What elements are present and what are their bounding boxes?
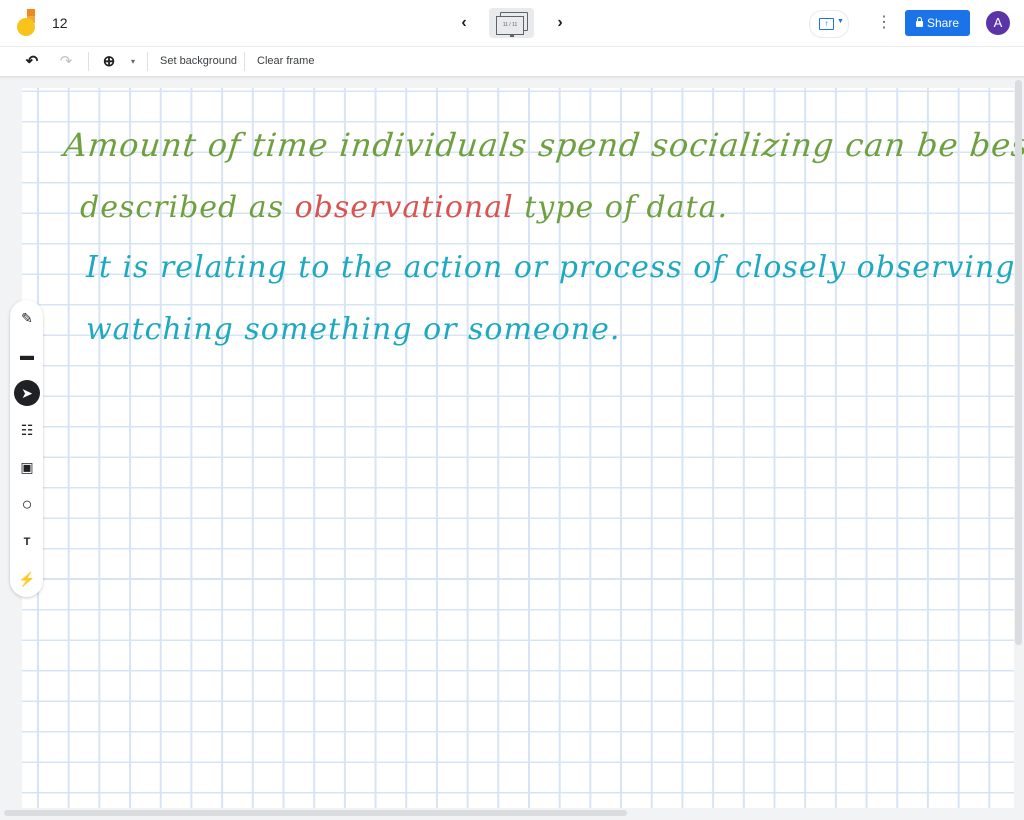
previous-frame-button[interactable]: ‹ bbox=[453, 12, 475, 34]
image-tool-icon[interactable]: ▣ bbox=[14, 454, 40, 480]
clear-frame-button[interactable]: Clear frame bbox=[257, 55, 314, 67]
tool-sidebar: ✎ ▬ ➤ ☷ ▣ ○ T ⚡ bbox=[10, 300, 43, 597]
document-title[interactable]: 12 bbox=[52, 15, 68, 31]
circle-tool-icon[interactable]: ○ bbox=[14, 491, 40, 517]
highlighted-term: observational bbox=[294, 190, 514, 225]
text-box-tool-icon[interactable]: T bbox=[14, 529, 40, 555]
handwritten-text: type of data. bbox=[513, 190, 729, 225]
more-options-icon[interactable]: ⋮ bbox=[876, 11, 892, 35]
account-avatar[interactable]: A bbox=[986, 11, 1010, 35]
set-background-button[interactable]: Set background bbox=[160, 55, 237, 67]
sticky-note-tool-icon[interactable]: ☷ bbox=[14, 417, 40, 443]
share-label: Share bbox=[926, 16, 960, 30]
pen-tool-icon[interactable]: ✎ bbox=[14, 305, 40, 331]
handwritten-text: described as bbox=[80, 190, 295, 225]
handwritten-line-4: watching something or someone. bbox=[86, 312, 621, 347]
select-tool-icon[interactable]: ➤ bbox=[14, 380, 40, 406]
frame-bar-button[interactable]: 11 / 11 bbox=[489, 8, 534, 38]
handwritten-line-3: It is relating to the action or process … bbox=[86, 250, 1024, 285]
frame-indicator-dot bbox=[510, 35, 514, 37]
handwritten-line-2: described as observational type of data. bbox=[80, 190, 728, 225]
toolbar-divider bbox=[147, 52, 148, 71]
laser-tool-icon[interactable]: ⚡ bbox=[14, 566, 40, 592]
top-bar: 12 ‹ 11 / 11 › ↑ ▼ ⋮ Share A bbox=[0, 0, 1024, 47]
handwritten-line-1: Amount of time individuals spend sociali… bbox=[62, 126, 1024, 164]
toolbar-divider bbox=[244, 52, 245, 71]
lock-icon bbox=[915, 17, 923, 27]
undo-icon[interactable]: ↶ bbox=[22, 52, 42, 72]
present-button[interactable]: ↑ ▼ bbox=[809, 10, 849, 38]
frame-indicator: 11 / 11 bbox=[496, 16, 524, 35]
zoom-dropdown-icon[interactable]: ▾ bbox=[123, 52, 143, 72]
jamboard-logo-icon bbox=[17, 9, 35, 36]
vertical-scrollbar[interactable] bbox=[1015, 80, 1022, 645]
zoom-icon[interactable]: ⊕ bbox=[99, 52, 119, 72]
eraser-tool-icon[interactable]: ▬ bbox=[14, 342, 40, 368]
horizontal-scrollbar[interactable] bbox=[4, 810, 627, 816]
next-frame-button[interactable]: › bbox=[549, 12, 571, 34]
present-to-screen-icon: ↑ bbox=[819, 18, 834, 30]
toolbar: ↶ ↷ ⊕ ▾ Set background Clear frame bbox=[0, 47, 1024, 77]
chevron-down-icon: ▼ bbox=[837, 18, 844, 25]
share-button[interactable]: Share bbox=[905, 10, 970, 36]
redo-icon[interactable]: ↷ bbox=[56, 52, 76, 72]
toolbar-divider bbox=[88, 52, 89, 71]
